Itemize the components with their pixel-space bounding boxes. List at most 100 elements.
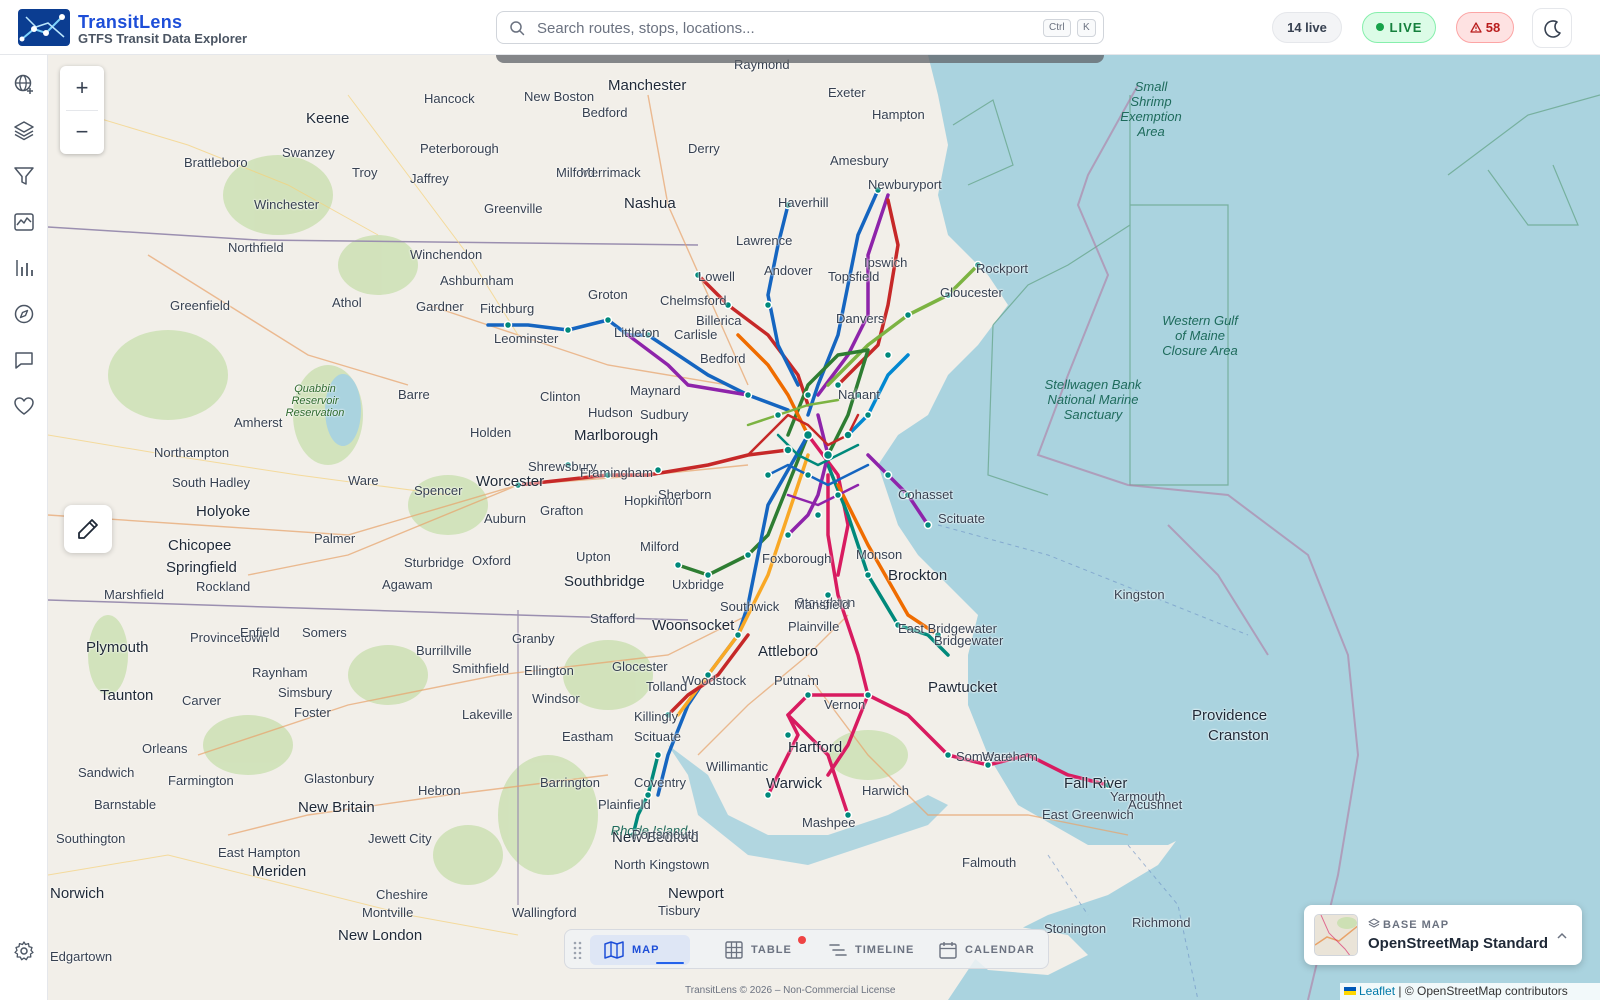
place-label: Worcester [476,473,545,490]
place-label: Stellwagen Bank National Marine Sanctuar… [1044,377,1142,422]
place-label: Plainfield [598,797,651,812]
ukraine-flag-icon [1344,987,1356,995]
place-label: Tolland [646,679,688,694]
basemap-selector[interactable]: BASE MAP OpenStreetMap Standard [1304,905,1582,965]
tab-table[interactable]: TABLE [725,935,792,965]
place-label: Greenfield [170,298,230,313]
osm-attribution: | © OpenStreetMap contributors [1398,984,1568,998]
zoom-out-button[interactable]: − [60,110,104,154]
live-vehicles-count[interactable]: 14 live [1272,12,1342,43]
place-label: Nahant [838,387,880,402]
favorites-button[interactable] [8,390,40,422]
place-label: Spencer [414,483,463,498]
place-label: Keene [306,110,350,127]
filter-button[interactable] [8,160,40,192]
place-label: Amesbury [830,153,889,168]
zoom-in-button[interactable]: + [60,66,104,110]
place-label: South Hadley [172,475,251,490]
leaflet-link[interactable]: Leaflet [1359,984,1395,998]
place-label: Western Gulf of Maine Closure Area [1162,313,1238,358]
place-label: Topsfield [828,269,880,284]
layers-button[interactable] [8,114,40,146]
place-label: Sherborn [658,487,712,502]
place-label: Raynham [252,665,308,680]
chevron-up-icon[interactable] [1556,929,1568,943]
place-label: Simsbury [278,685,333,700]
place-label: Woodstock [682,673,747,688]
basemap-kicker: BASE MAP [1368,918,1449,931]
app-subtitle: GTFS Transit Data Explorer [78,31,248,46]
place-label: Billerica [696,313,742,328]
place-label: Somers [302,625,347,640]
tab-map[interactable]: MAP [590,935,690,965]
place-label: Swanzey [282,145,335,160]
place-label: Upton [576,549,611,564]
map-icon [604,941,624,959]
globe-button[interactable] [8,68,40,100]
place-label: Wallingford [512,905,577,920]
place-label: Littleton [614,325,660,340]
place-label: Manchester [608,77,687,94]
drag-handle-icon[interactable] [573,941,583,959]
place-label: Kingston [1114,587,1165,602]
place-label: Palmer [314,531,356,546]
place-label: Greenville [484,201,543,216]
place-label: Scituate [938,511,985,526]
place-label: Coventry [634,775,687,790]
license-text: TransitLens © 2026 – Non-Commercial Lice… [685,985,896,996]
place-label: New Boston [524,89,595,104]
theme-toggle-button[interactable] [1532,8,1572,48]
tab-calendar-label: CALENDAR [965,944,1035,956]
place-label: Lawrence [736,233,793,248]
place-label: Framingham [580,465,653,480]
search-input[interactable] [537,17,1007,39]
explore-button[interactable] [8,298,40,330]
place-label: Warwick [766,775,823,792]
map-canvas[interactable]: Manchester Raymond Keene Hancock New Boston B… [48,55,1600,1000]
place-label: Oxford [472,553,512,568]
shortcut-ctrl-key: Ctrl [1043,19,1071,37]
place-label: Hampton [872,107,925,122]
place-label: Cohasset [898,487,953,502]
app-logo[interactable] [18,9,70,46]
place-label: Winchester [254,197,320,212]
place-label: Auburn [484,511,526,526]
alerts-badge[interactable]: 58 [1456,12,1514,43]
place-label: Barnstable [94,797,157,812]
tab-calendar[interactable]: CALENDAR [939,935,1035,965]
place-label: Clinton [540,389,581,404]
place-label: Sturbridge [404,555,464,570]
place-label: Brattleboro [184,155,248,170]
messages-button[interactable] [8,344,40,376]
search-bar[interactable]: Ctrl K [496,11,1104,44]
basemap-name: OpenStreetMap Standard [1368,935,1549,952]
live-label: LIVE [1389,20,1423,35]
place-label: Exeter [828,85,866,100]
place-label: Attleboro [758,643,819,660]
place-label: Monson [856,547,903,562]
active-tab-indicator [656,962,684,964]
place-label: Lakeville [462,707,513,722]
place-label: Plainville [788,619,840,634]
place-label: Mashpee [802,815,856,830]
live-status-badge[interactable]: LIVE [1362,12,1436,43]
globe-icon [14,74,33,94]
place-label: Farmington [168,773,234,788]
analytics-button[interactable] [8,252,40,284]
place-label: Marshfield [104,587,164,602]
message-icon [15,352,33,369]
live-dot-icon [1375,23,1384,31]
place-label: Norwich [50,885,105,902]
place-label: Ipswich [864,255,908,270]
place-label: Cranston [1208,727,1269,744]
activity-button[interactable] [8,206,40,238]
tab-timeline[interactable]: TIMELINE [829,935,914,965]
place-label: Foster [294,705,331,720]
settings-button[interactable] [8,935,40,967]
draw-button[interactable] [64,505,112,553]
place-label: Jewett City [368,831,432,846]
calendar-icon [939,942,957,959]
place-label: Rockport [976,261,1029,276]
place-label: Newport [668,885,724,902]
place-label: Granby [512,631,555,646]
